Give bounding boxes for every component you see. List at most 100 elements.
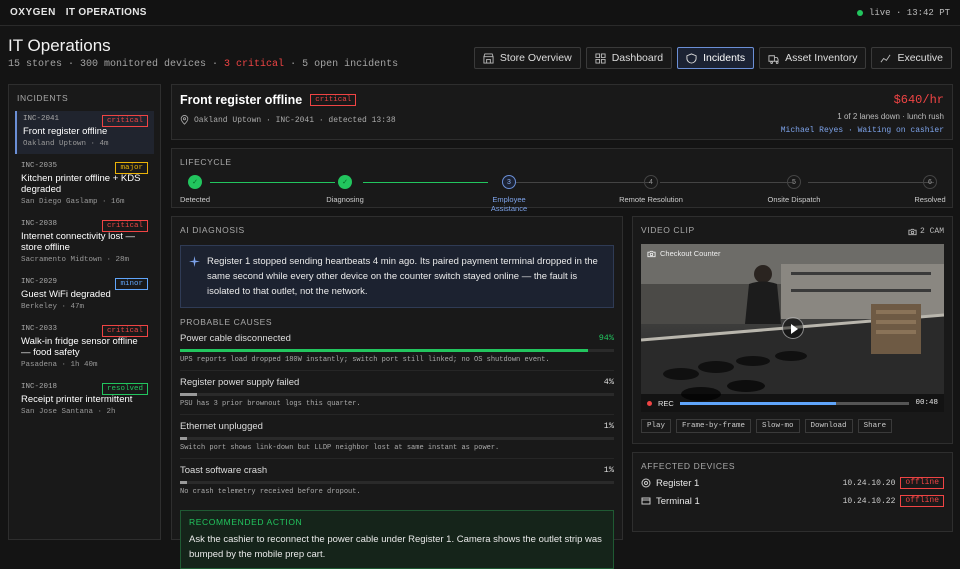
step-label: Resolved [914, 195, 946, 204]
cause-item[interactable]: Toast software crash 1% No crash telemetr… [180, 459, 614, 502]
camera-name-tag: Checkout Counter [647, 249, 720, 258]
stats-prefix: 15 stores · 300 monitored devices · [8, 59, 225, 70]
cause-note: UPS reports load dropped 180W instantly;… [180, 356, 550, 364]
affected-devices-panel: AFFECTED DEVICES Register 1 10.24.10.20 … [632, 452, 953, 532]
incident-item-inc-2018[interactable]: INC-2018 resolved Receipt printer interm… [15, 379, 154, 422]
step-employee-assistance[interactable]: 3 Employee Assistance [474, 175, 544, 213]
video-progress [679, 401, 836, 405]
incident-title: Front register offline [23, 126, 108, 137]
stats-critical: 3 critical [224, 59, 285, 70]
incident-item-inc-2038[interactable]: INC-2038 critical Internet connectivity … [15, 216, 154, 270]
nav-incidents-button[interactable]: Incidents [677, 47, 755, 69]
step-diagnosing[interactable]: ✓ Diagnosing [310, 175, 380, 204]
cause-bar [180, 393, 614, 396]
cause-pct: 4% [603, 377, 614, 387]
nav-label: Store Overview [499, 52, 572, 64]
live-status-text: live · 13:42 PT [868, 7, 950, 18]
incident-meta: Oakland Uptown · INC-2041 · detected 13:… [194, 115, 396, 125]
cause-note: No crash telemetry received before dropo… [180, 488, 361, 496]
cause-title: Toast software crash [180, 465, 268, 476]
video-scrubber[interactable] [679, 401, 910, 405]
step-label: Remote Resolution [619, 195, 683, 204]
nav-asset-inventory-button[interactable]: Asset Inventory [759, 47, 867, 69]
video-player[interactable]: Checkout Counter REC 00:48 [641, 244, 944, 412]
register-icon [641, 478, 651, 488]
rec-label: RECOMMENDED ACTION [189, 517, 303, 527]
card-terminal-icon [641, 497, 651, 505]
share-button[interactable]: Share [857, 419, 893, 433]
step-number: 5 [787, 175, 801, 189]
cause-pct: 94% [598, 333, 614, 343]
severity-badge: resolved [101, 383, 148, 395]
device-ip: 10.24.10.20 [842, 478, 896, 488]
page-header: IT Operations 15 stores · 300 monitored … [8, 36, 952, 76]
frame-by-frame-button[interactable]: Frame-by-frame [676, 419, 752, 433]
incident-meta: San Diego Gaslamp · 16m [21, 198, 125, 206]
nav-label: Incidents [703, 52, 746, 64]
impact-summary: $640/hr 1 of 2 lanes down · lunch rush M… [781, 93, 944, 135]
brand-logo[interactable]: OXYGEN [10, 7, 56, 18]
cause-item[interactable]: Ethernet unplugged 1% Switch port shows l… [180, 415, 614, 459]
step-detected[interactable]: ✓ Detected [160, 175, 230, 204]
shield-icon [686, 52, 697, 64]
incident-meta: San Jose Santana · 2h [21, 408, 116, 416]
step-number: 3 [502, 175, 516, 189]
cause-bar [180, 349, 614, 352]
video-clip-panel: VIDEO CLIP 2 CAM Checkout Counter REC 00… [632, 216, 953, 444]
incident-item-inc-2033[interactable]: INC-2033 critical Walk-in fridge sensor … [15, 321, 154, 375]
camera-icon [908, 228, 917, 235]
download-button[interactable]: Download [804, 419, 853, 433]
slow-mo-button[interactable]: Slow-mo [756, 419, 800, 433]
nav-executive-button[interactable]: Executive [871, 47, 952, 69]
step-resolved[interactable]: 6 Resolved [895, 175, 960, 204]
play-icon[interactable] [781, 317, 804, 339]
step-remote-resolution[interactable]: 4 Remote Resolution [616, 175, 686, 204]
owner-status: Waiting on cashier [857, 126, 944, 135]
cause-title: Power cable disconnected [180, 333, 291, 344]
play-button[interactable]: Play [641, 419, 672, 433]
device-status-badge: offline [900, 477, 944, 489]
device-row[interactable]: Register 1 10.24.10.20 offline [641, 477, 944, 489]
nav-store-overview-button[interactable]: Store Overview [473, 47, 581, 69]
step-label: Onsite Dispatch [767, 195, 821, 204]
rec-text: Ask the cashier to reconnect the power c… [189, 534, 602, 560]
video-controls: REC 00:48 [641, 394, 944, 412]
video-label: VIDEO CLIP [641, 225, 695, 235]
incident-meta: Oakland Uptown · 4m [23, 140, 109, 148]
rec-dot-icon [647, 400, 652, 406]
device-row[interactable]: Terminal 1 10.24.10.22 offline [641, 495, 944, 507]
step-onsite-dispatch[interactable]: 5 Onsite Dispatch [759, 175, 829, 204]
owner-name[interactable]: Michael Reyes [781, 126, 843, 135]
incident-item-inc-2035[interactable]: INC-2035 major Kitchen printer offline +… [15, 158, 154, 212]
incident-title: Front register offline [180, 93, 303, 107]
incident-title: Walk-in fridge sensor offline — food saf… [21, 336, 138, 358]
cause-item[interactable]: Register power supply failed 4% PSU has 3… [180, 371, 614, 415]
ai-diagnosis-label: AI DIAGNOSIS [180, 225, 245, 235]
lifecycle-label: LIFECYCLE [180, 157, 232, 167]
step-number: 4 [644, 175, 658, 189]
nav-dashboard-button[interactable]: Dashboard [585, 47, 673, 69]
lanes-status: 1 of 2 lanes down · lunch rush [837, 112, 944, 121]
incident-title: Guest WiFi degraded [21, 289, 111, 300]
owner-row: Michael Reyes · Waiting on cashier [780, 126, 944, 135]
incident-title: Internet connectivity lost — store offli… [21, 231, 136, 253]
cause-bar-fill [180, 349, 588, 352]
incident-meta: Sacramento Midtown · 28m [21, 256, 130, 264]
severity-badge: critical [101, 220, 148, 232]
camera-count[interactable]: 2 CAM [908, 227, 944, 236]
cause-item[interactable]: Power cable disconnected 94% UPS reports … [180, 327, 614, 371]
lifecycle-stepper: ✓ Detected ✓ Diagnosing 3 Employee Assis… [180, 175, 946, 213]
stats-suffix: · 5 open incidents [284, 59, 399, 70]
step-number: 6 [923, 175, 937, 189]
incident-title: Receipt printer intermittent [21, 394, 133, 405]
top-bar: OXYGEN IT OPERATIONS live · 13:42 PT [0, 0, 960, 26]
ai-diagnosis-panel: AI DIAGNOSIS Register 1 stopped sending … [171, 216, 623, 569]
incident-item-inc-2041[interactable]: INC-2041 critical Front register offline… [15, 111, 154, 154]
cause-bar [180, 437, 614, 440]
step-label: Detected [179, 195, 211, 204]
device-ip: 10.24.10.22 [842, 496, 896, 506]
step-label: Diagnosing [326, 195, 364, 204]
incident-item-inc-2029[interactable]: INC-2029 minor Guest WiFi degraded Berke… [15, 274, 154, 317]
incident-meta: Berkeley · 47m [21, 303, 85, 311]
cause-bar-fill [180, 393, 198, 396]
